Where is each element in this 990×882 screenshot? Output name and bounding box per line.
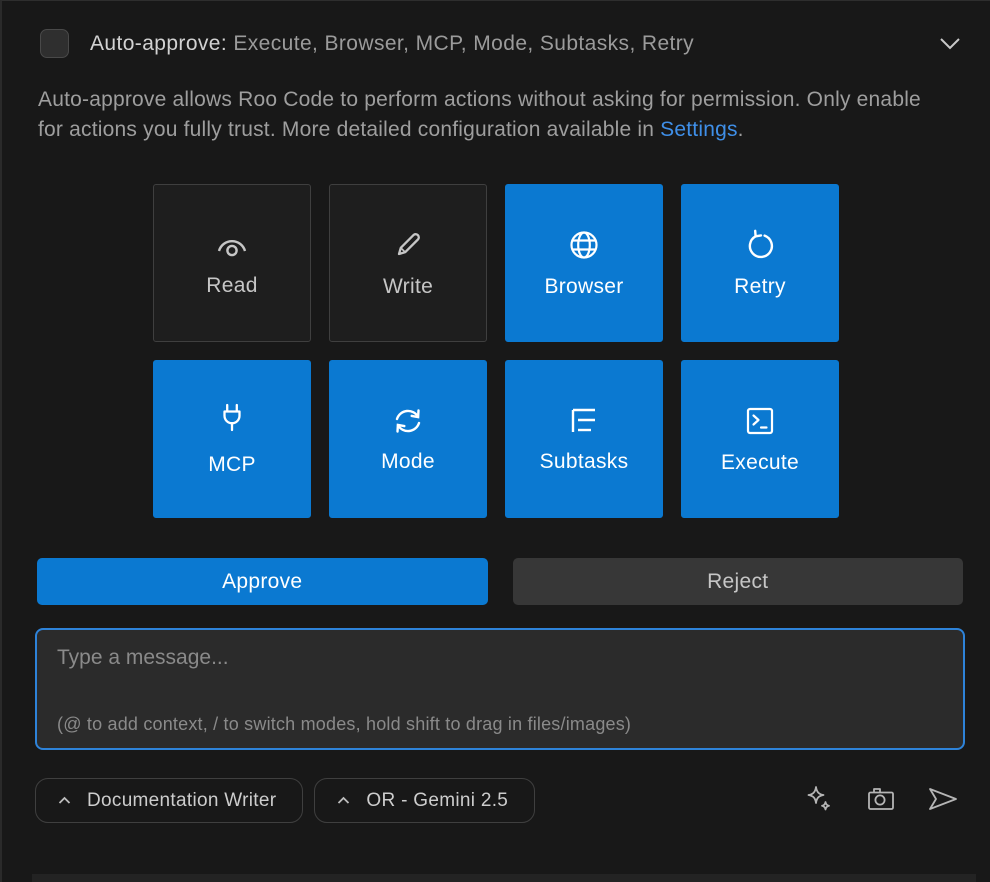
- auto-approve-title: Auto-approve: Execute, Browser, MCP, Mod…: [90, 32, 694, 56]
- auto-approve-panel: Auto-approve: Execute, Browser, MCP, Mod…: [0, 0, 990, 882]
- action-buttons: Approve Reject: [37, 558, 963, 605]
- auto-approve-header[interactable]: Auto-approve: Execute, Browser, MCP, Mod…: [40, 29, 962, 58]
- toggle-browser[interactable]: Browser: [505, 184, 663, 342]
- globe-icon: [567, 228, 601, 262]
- auto-approve-description: Auto-approve allows Roo Code to perform …: [38, 85, 930, 145]
- description-suffix: .: [738, 118, 744, 141]
- chevron-down-icon[interactable]: [938, 37, 962, 51]
- mode-selector-label: Documentation Writer: [87, 790, 276, 812]
- toggle-read[interactable]: Read: [153, 184, 311, 342]
- toggle-label: Read: [206, 274, 257, 298]
- retry-icon: [743, 228, 777, 262]
- message-input[interactable]: [37, 630, 963, 748]
- reject-button[interactable]: Reject: [513, 558, 964, 605]
- auto-approve-checkbox[interactable]: [40, 29, 69, 58]
- settings-link[interactable]: Settings: [660, 118, 737, 141]
- chevron-up-icon: [337, 796, 350, 805]
- description-text: Auto-approve allows Roo Code to perform …: [38, 88, 921, 141]
- pencil-icon: [391, 228, 425, 262]
- eye-icon: [213, 229, 251, 261]
- toggle-label: Mode: [381, 450, 435, 474]
- message-composer[interactable]: (@ to add context, / to switch modes, ho…: [35, 628, 965, 750]
- toggle-mcp[interactable]: MCP: [153, 360, 311, 518]
- toggle-label: Execute: [721, 451, 799, 475]
- model-selector[interactable]: OR - Gemini 2.5: [314, 778, 535, 823]
- chevron-up-icon: [58, 796, 71, 805]
- send-button[interactable]: [926, 784, 960, 818]
- terminal-icon: [743, 404, 777, 438]
- plug-icon: [217, 402, 247, 440]
- auto-approve-title-label: Auto-approve:: [90, 32, 227, 55]
- toggle-label: Subtasks: [540, 450, 629, 474]
- toggle-label: MCP: [208, 453, 256, 477]
- sparkle-icon: [803, 783, 835, 818]
- camera-icon: [865, 783, 897, 818]
- sync-icon: [389, 405, 427, 437]
- enhance-prompt-button[interactable]: [802, 784, 836, 818]
- send-icon: [926, 783, 960, 818]
- screenshot-button[interactable]: [864, 784, 898, 818]
- list-tree-icon: [567, 405, 601, 437]
- auto-approve-toggle-grid: Read Write: [2, 184, 990, 518]
- auto-approve-title-summary: Execute, Browser, MCP, Mode, Subtasks, R…: [227, 32, 694, 55]
- mode-selector[interactable]: Documentation Writer: [35, 778, 303, 823]
- toggle-retry[interactable]: Retry: [681, 184, 839, 342]
- horizontal-scrollbar[interactable]: [32, 874, 976, 882]
- toggle-label: Retry: [734, 275, 786, 299]
- approve-button[interactable]: Approve: [37, 558, 488, 605]
- toggle-execute[interactable]: Execute: [681, 360, 839, 518]
- model-selector-label: OR - Gemini 2.5: [366, 790, 508, 812]
- toggle-write[interactable]: Write: [329, 184, 487, 342]
- toggle-mode[interactable]: Mode: [329, 360, 487, 518]
- toggle-label: Write: [383, 275, 433, 299]
- toggle-subtasks[interactable]: Subtasks: [505, 360, 663, 518]
- toggle-label: Browser: [544, 275, 623, 299]
- composer-footer: Documentation Writer OR - Gemini 2.5: [35, 778, 960, 823]
